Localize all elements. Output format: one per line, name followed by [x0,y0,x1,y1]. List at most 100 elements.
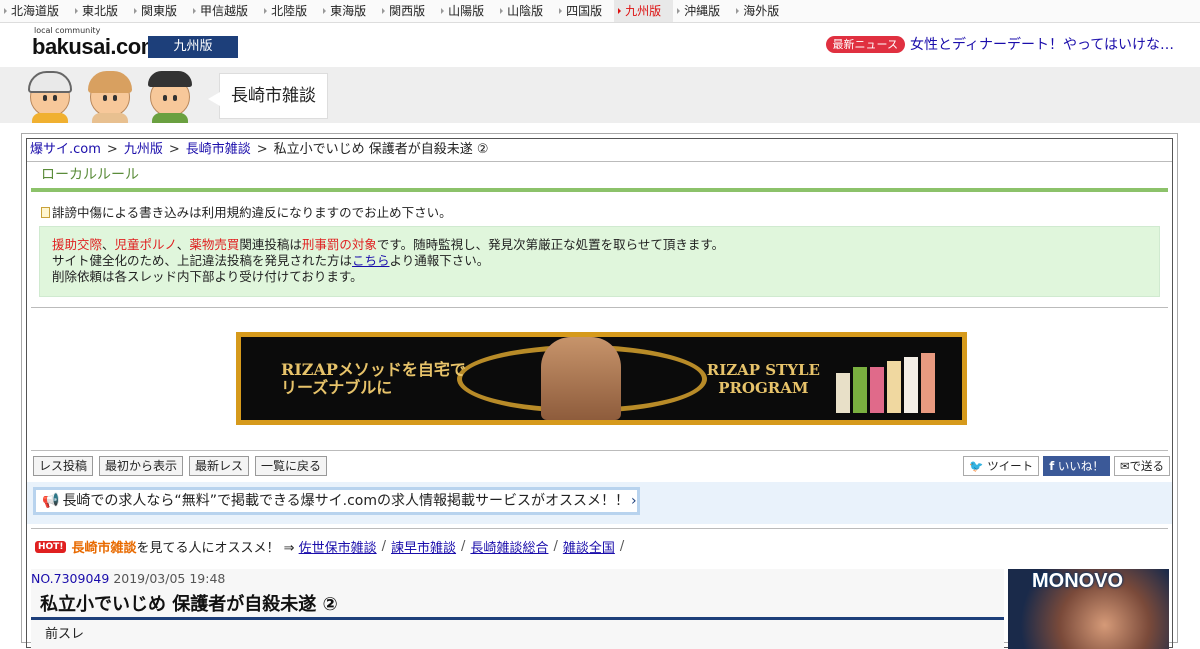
document-icon [41,207,50,218]
thread-actions: レス投稿 最初から表示 最新レス 一覧に戻る [33,456,328,476]
nav-tohoku[interactable]: 東北版 [71,0,130,22]
crumb-board[interactable]: 長崎市雑談 [186,142,251,157]
ad-right-copy: RIZAP STYLE PROGRAM [707,361,820,397]
send-label: で送る [1129,459,1165,473]
nav-overseas[interactable]: 海外版 [732,0,791,22]
share-buttons: 🐦 ツイート f いいね！ ✉で送る [963,456,1170,476]
nav-sanin[interactable]: 山陰版 [496,0,555,22]
ad-left-line: RIZAPメソッドを自宅で [281,360,466,379]
nav-hokuriku[interactable]: 北陸版 [260,0,319,22]
crumb-sep: > [256,142,268,157]
warning-message: 誹謗中傷による書き込みは利用規約違反になりますのでお止め下さい。 [52,205,452,220]
divider [31,528,1168,529]
link-separator: / [619,539,625,554]
recommend-row: HOT! 長崎市雑談 を見てる人にオススメ！ ⇒ 佐世保市雑談 / 諫早市雑談 / … [35,537,629,556]
region-nav: 北海道版 東北版 関東版 甲信越版 北陸版 東海版 関西版 山陽版 山陰版 四国… [0,0,1200,23]
crumb-home[interactable]: 爆サイ.com [30,142,101,157]
ad-right-line: PROGRAM [718,379,809,397]
side-ad-banner[interactable]: MONOVO [1008,569,1169,649]
tweet-label: ツイート [987,459,1034,473]
thread-number[interactable]: NO.7309049 [31,571,109,586]
nav-okinawa[interactable]: 沖縄版 [673,0,732,22]
nav-sanyo[interactable]: 山陽版 [437,0,496,22]
latest-replies-button[interactable]: 最新レス [189,456,250,476]
crumb-sep: > [106,142,118,157]
notice-red-4: 刑事罰の対象 [301,237,377,252]
nav-koshinetsu[interactable]: 甲信越版 [189,0,260,22]
thread-date: 2019/03/05 19:48 [113,571,226,586]
notice-text: 関連投稿は [239,237,302,252]
nav-kyushu[interactable]: 九州版 [614,0,674,22]
ad-left-line: リーズナブルに [281,378,393,397]
notice-text: です。随時監視し、発見次第厳正な処置を取らせて頂きます。 [376,237,725,252]
mascot-illustration [24,67,200,123]
twitter-bird-icon: 🐦 [969,459,984,473]
warning-text: 誹謗中傷による書き込みは利用規約違反になりますのでお止め下さい。 [27,192,1172,226]
board-title: 長崎市雑談 [208,73,328,119]
local-rule-heading: ローカルルール [31,162,1168,192]
notice-text: サイト健全化のため、上記違法投稿を発見された方は [52,253,353,268]
ad-left-copy: RIZAPメソッドを自宅で リーズナブルに [281,361,466,397]
mascot-boy-icon [144,69,196,123]
nav-kanto[interactable]: 関東版 [130,0,189,22]
hot-badge: HOT! [35,540,67,553]
board-banner: 長崎市雑談 [0,67,1200,123]
content-frame: 爆サイ.com > 九州版 > 長崎市雑談 > 私立小でいじめ 保護者が自殺未遂 ② ローカ… [21,133,1178,649]
news-link[interactable]: 女性とディナーデート！やってはいけな… [910,34,1174,54]
like-label: いいね！ [1057,459,1104,473]
thread-meta: NO.7309049 2019/03/05 19:48 [31,569,1004,586]
notice-comma: 、 [176,237,190,252]
recommend-link[interactable]: 佐世保市雑談 [299,537,377,556]
crumb-sep: > [168,142,180,157]
breadcrumb: 爆サイ.com > 九州版 > 長崎市雑談 > 私立小でいじめ 保護者が自殺未遂 ② [27,139,1172,162]
back-to-list-button[interactable]: 一覧に戻る [255,456,328,476]
divider [31,450,1168,451]
content-inner: 爆サイ.com > 九州版 > 長崎市雑談 > 私立小でいじめ 保護者が自殺未遂 ② ローカ… [26,138,1173,649]
recruit-banner[interactable]: 📢 長崎での求人なら“無料”で掲載できる爆サイ.comの求人情報掲載サービスがオス… [33,487,640,515]
nav-hokkaido[interactable]: 北海道版 [0,0,71,22]
show-from-start-button[interactable]: 最初から表示 [99,456,184,476]
facebook-like-button[interactable]: f いいね！ [1043,456,1110,476]
mascot-cap-icon [24,69,76,123]
recommend-link[interactable]: 雑談全国 [563,537,615,556]
thread-title: 私立小でいじめ 保護者が自殺未遂 ② [40,594,338,615]
post-reply-button[interactable]: レス投稿 [33,456,94,476]
notice-red-3: 薬物売買 [189,237,240,252]
line-send-button[interactable]: ✉で送る [1113,456,1170,476]
megaphone-icon: 📢 [42,493,60,509]
notice-line-2: サイト健全化のため、上記違法投稿を発見された方はこちらより通報下さい。 [52,253,1147,269]
nav-kansai[interactable]: 関西版 [378,0,437,22]
current-board-name: 長崎市雑談 [71,541,137,556]
tweet-button[interactable]: 🐦 ツイート [963,456,1040,476]
rizap-ad-banner[interactable]: RIZAPメソッドを自宅で リーズナブルに RIZAP STYLE PROGRA… [236,332,967,425]
recommend-text: を見てる人にオススメ！ ⇒ [136,541,295,556]
latest-news[interactable]: 最新ニュース 女性とディナーデート！やってはいけな… [825,34,1174,54]
crumb-region[interactable]: 九州版 [124,142,163,157]
ad-model-image [541,337,621,420]
thread-body: 前スレ [45,627,85,642]
title-underline [31,617,1004,620]
notice-red-2: 児童ポルノ [114,237,177,252]
recommend-link[interactable]: 長崎雑談総合 [470,537,548,556]
side-ad-logo: MONOVO [1032,570,1124,592]
recommend-link[interactable]: 諫早市雑談 [391,537,456,556]
nav-tokai[interactable]: 東海版 [319,0,378,22]
site-logo[interactable]: bakusai.com [32,34,160,60]
notice-line-3: 削除依頼は各スレッド内下部より受け付けております。 [52,269,363,284]
notice-box: 援助交際、児童ポルノ、薬物売買関連投稿は刑事罰の対象です。随時監視し、発見次第厳… [39,226,1160,297]
crumb-current: 私立小でいじめ 保護者が自殺未遂 ② [273,142,489,157]
chevron-right-icon: › [631,493,637,509]
region-badge: 九州版 [148,36,238,58]
notice-comma: 、 [102,237,115,252]
mail-icon: ✉ [1119,459,1130,473]
link-separator: / [461,539,466,554]
divider [31,307,1168,308]
news-badge: 最新ニュース [825,35,905,53]
nav-shikoku[interactable]: 四国版 [555,0,614,22]
ad-products-image [836,351,946,413]
report-link[interactable]: こちら [352,253,390,268]
ad-inner: RIZAPメソッドを自宅で リーズナブルに RIZAP STYLE PROGRA… [241,337,962,420]
mascot-girl-icon [84,69,136,123]
thread-header: NO.7309049 2019/03/05 19:48 私立小でいじめ 保護者が… [31,569,1004,649]
link-separator: / [381,539,387,554]
